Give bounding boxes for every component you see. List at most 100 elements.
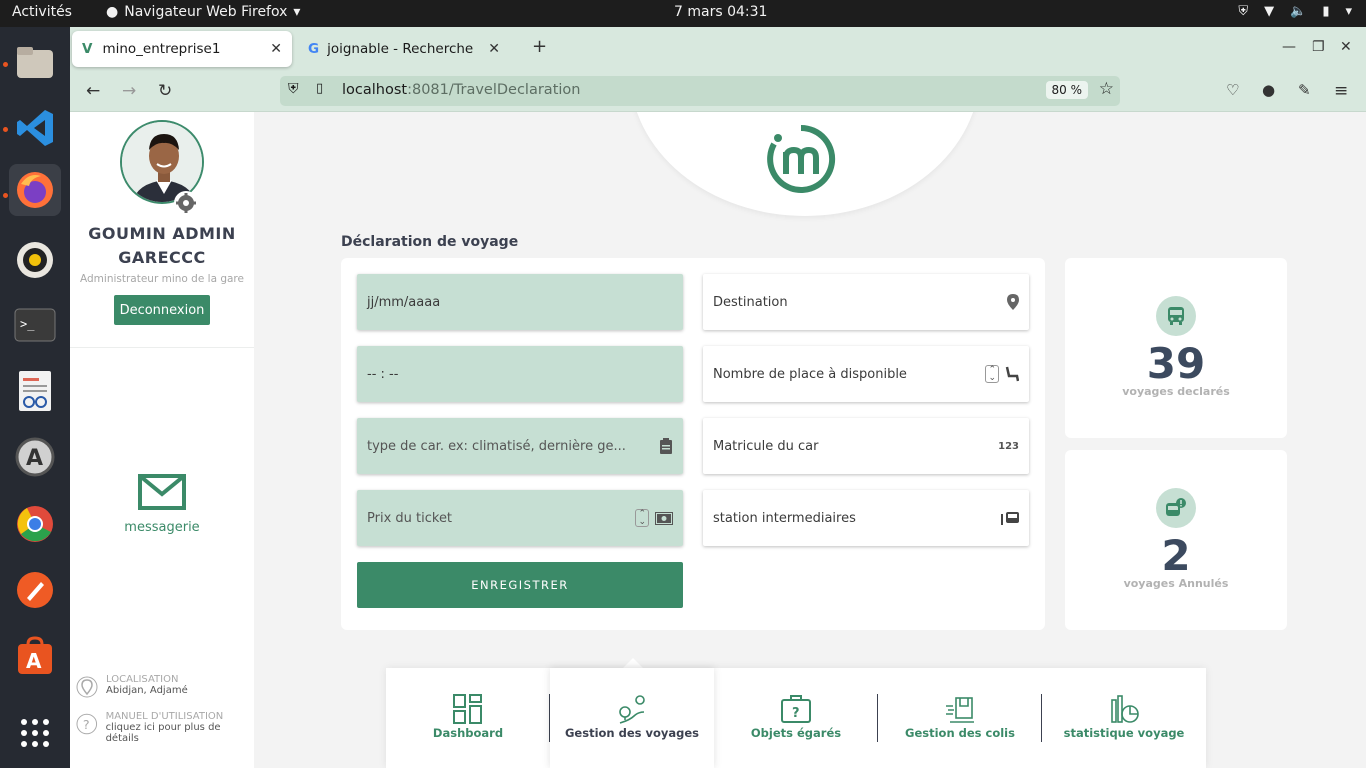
nav-parcels[interactable]: Gestion des colis (878, 668, 1042, 768)
chrome-icon[interactable] (9, 498, 61, 550)
number-spinner-icon[interactable]: ⌃ ⌄ (985, 365, 999, 383)
close-tab-icon[interactable]: ✕ (488, 41, 500, 57)
url-host: localhost (342, 82, 408, 98)
save-button[interactable]: ENREGISTRER (357, 562, 683, 608)
url-path: :8081/TravelDeclaration (407, 82, 581, 98)
url-bar[interactable]: ⛨ ▯ localhost:8081/TravelDeclaration 80 … (280, 76, 1120, 106)
manual-link[interactable]: cliquez ici pour plus de détails (106, 722, 254, 744)
settings-gear-icon[interactable] (174, 191, 198, 215)
car-type-input[interactable]: type de car. ex: climatisé, dernière ge.… (357, 418, 683, 474)
battery-icon[interactable]: ▮ (1322, 4, 1329, 19)
volume-icon[interactable]: 🔈 (1290, 4, 1306, 19)
app-name: Navigateur Web Firefox (124, 4, 288, 20)
nav-travel-statistics[interactable]: statistique voyage (1042, 668, 1206, 768)
mino-logo-icon (767, 124, 836, 193)
divider (70, 347, 254, 348)
document-viewer-icon[interactable] (9, 365, 61, 417)
wifi-icon[interactable]: ▼ (1264, 4, 1274, 19)
time-value: -- : -- (367, 366, 399, 382)
messaging-link[interactable]: messagerie (122, 474, 202, 535)
tab-label: mino_entreprise1 (102, 41, 221, 57)
system-tray[interactable]: ⛨ ▼ 🔈 ▮ ▾ (1238, 4, 1352, 19)
terminal-icon[interactable]: >_ (9, 299, 61, 351)
declared-trips-label: voyages declarés (1122, 385, 1230, 398)
nav-label: statistique voyage (1063, 726, 1185, 740)
reload-icon[interactable]: ↻ (158, 81, 172, 101)
lost-items-icon: ? (781, 695, 811, 723)
tab-mino-entreprise[interactable]: V mino_entreprise1 ✕ (72, 31, 292, 67)
browser-tab-bar: V mino_entreprise1 ✕ G joignable - Reche… (70, 27, 1366, 71)
stations-placeholder: station intermediaires (713, 510, 856, 526)
svg-text:>_: >_ (20, 317, 35, 331)
maximize-icon[interactable]: ❐ (1312, 39, 1325, 55)
firefox-icon: ● (106, 4, 119, 20)
app-menu[interactable]: ● Navigateur Web Firefox ▾ (106, 4, 300, 20)
power-menu-icon[interactable]: ▾ (1345, 4, 1352, 19)
help-icon: ? (76, 713, 98, 735)
cancelled-trips-count: 2 (1161, 531, 1191, 580)
user-name: GOUMIN ADMIN GARECCC (88, 224, 236, 267)
map-pin-icon (1007, 294, 1019, 310)
shield-icon[interactable]: ⛨ (288, 81, 299, 97)
plate-placeholder: Matricule du car (713, 438, 819, 454)
browser-nav-bar: ← → ↻ ⛨ ▯ localhost:8081/TravelDeclarati… (70, 71, 1366, 112)
intermediate-stations-input[interactable]: station intermediaires (703, 490, 1029, 546)
location-pin-icon (76, 676, 98, 698)
show-apps-icon[interactable] (9, 707, 61, 759)
nav-travel-management[interactable]: Gestion des voyages (550, 668, 714, 768)
account-icon[interactable]: ● (1262, 81, 1275, 99)
travel-declaration-form: jj/mm/aaaa -- : -- type de car. ex: clim… (341, 258, 1045, 630)
back-icon[interactable]: ← (86, 81, 100, 101)
seats-input[interactable]: Nombre de place à disponible ⌃ ⌄ (703, 346, 1029, 402)
extension-icon[interactable]: ✎ (1298, 81, 1311, 99)
number-spinner-icon[interactable]: ⌃ ⌄ (635, 509, 649, 527)
nav-label: Gestion des colis (905, 726, 1015, 740)
cancelled-trips-card: 2 voyages Annulés (1065, 450, 1287, 630)
shield-icon[interactable]: ⛨ (1238, 4, 1248, 19)
bus-alert-icon (1156, 488, 1196, 528)
forward-icon[interactable]: → (122, 81, 136, 101)
svg-text:A: A (26, 446, 43, 471)
money-icon (655, 511, 673, 525)
menu-icon[interactable]: ≡ (1334, 81, 1348, 101)
firefox-icon[interactable] (9, 164, 61, 216)
dashboard-icon (453, 694, 482, 724)
destination-placeholder: Destination (713, 294, 788, 310)
date-input[interactable]: jj/mm/aaaa (357, 274, 683, 330)
seats-placeholder: Nombre de place à disponible (713, 366, 907, 382)
app-center-icon[interactable]: A (9, 630, 61, 682)
numbers-icon: 123 (998, 440, 1019, 452)
url-text[interactable]: localhost:8081/TravelDeclaration (342, 82, 580, 98)
form-title: Déclaration de voyage (341, 234, 519, 250)
activities-button[interactable]: Activités (12, 4, 72, 20)
destination-input[interactable]: Destination (703, 274, 1029, 330)
zoom-indicator[interactable]: 80 % (1045, 81, 1088, 99)
page-info-icon[interactable]: ▯ (316, 81, 323, 96)
tab-joignable-search[interactable]: G joignable - Recherche Go ✕ (298, 31, 510, 67)
bookmark-star-icon[interactable]: ☆ (1099, 79, 1114, 99)
location-info: LOCALISATION Abidjan, Adjamé (76, 674, 188, 700)
clock[interactable]: 7 mars 04:31 (674, 4, 767, 20)
svg-text:?: ? (83, 718, 90, 733)
close-tab-icon[interactable]: ✕ (270, 41, 282, 57)
manual-info[interactable]: ? MANUEL D'UTILISATION cliquez ici pour … (76, 711, 254, 744)
rhythmbox-icon[interactable] (9, 234, 61, 286)
pocket-icon[interactable]: ♡ (1226, 81, 1239, 99)
postman-icon[interactable] (9, 564, 61, 616)
logout-button[interactable]: Deconnexion (114, 295, 210, 325)
nav-lost-items[interactable]: ? Objets égarés (714, 668, 878, 768)
plate-number-input[interactable]: Matricule du car 123 (703, 418, 1029, 474)
vscode-icon[interactable] (9, 102, 61, 154)
close-window-icon[interactable]: ✕ (1340, 39, 1352, 55)
software-updater-icon[interactable]: A (9, 431, 61, 483)
clipboard-icon (659, 438, 673, 454)
nav-dashboard[interactable]: Dashboard (386, 668, 550, 768)
nav-label: Dashboard (432, 726, 504, 740)
time-input[interactable]: -- : -- (357, 346, 683, 402)
declared-trips-card: 39 voyages declarés (1065, 258, 1287, 438)
running-indicator (3, 62, 8, 67)
files-icon[interactable] (9, 37, 61, 89)
new-tab-button[interactable]: + (532, 36, 547, 57)
minimize-icon[interactable]: — (1282, 39, 1296, 55)
ticket-price-input[interactable]: Prix du ticket ⌃ ⌄ (357, 490, 683, 546)
